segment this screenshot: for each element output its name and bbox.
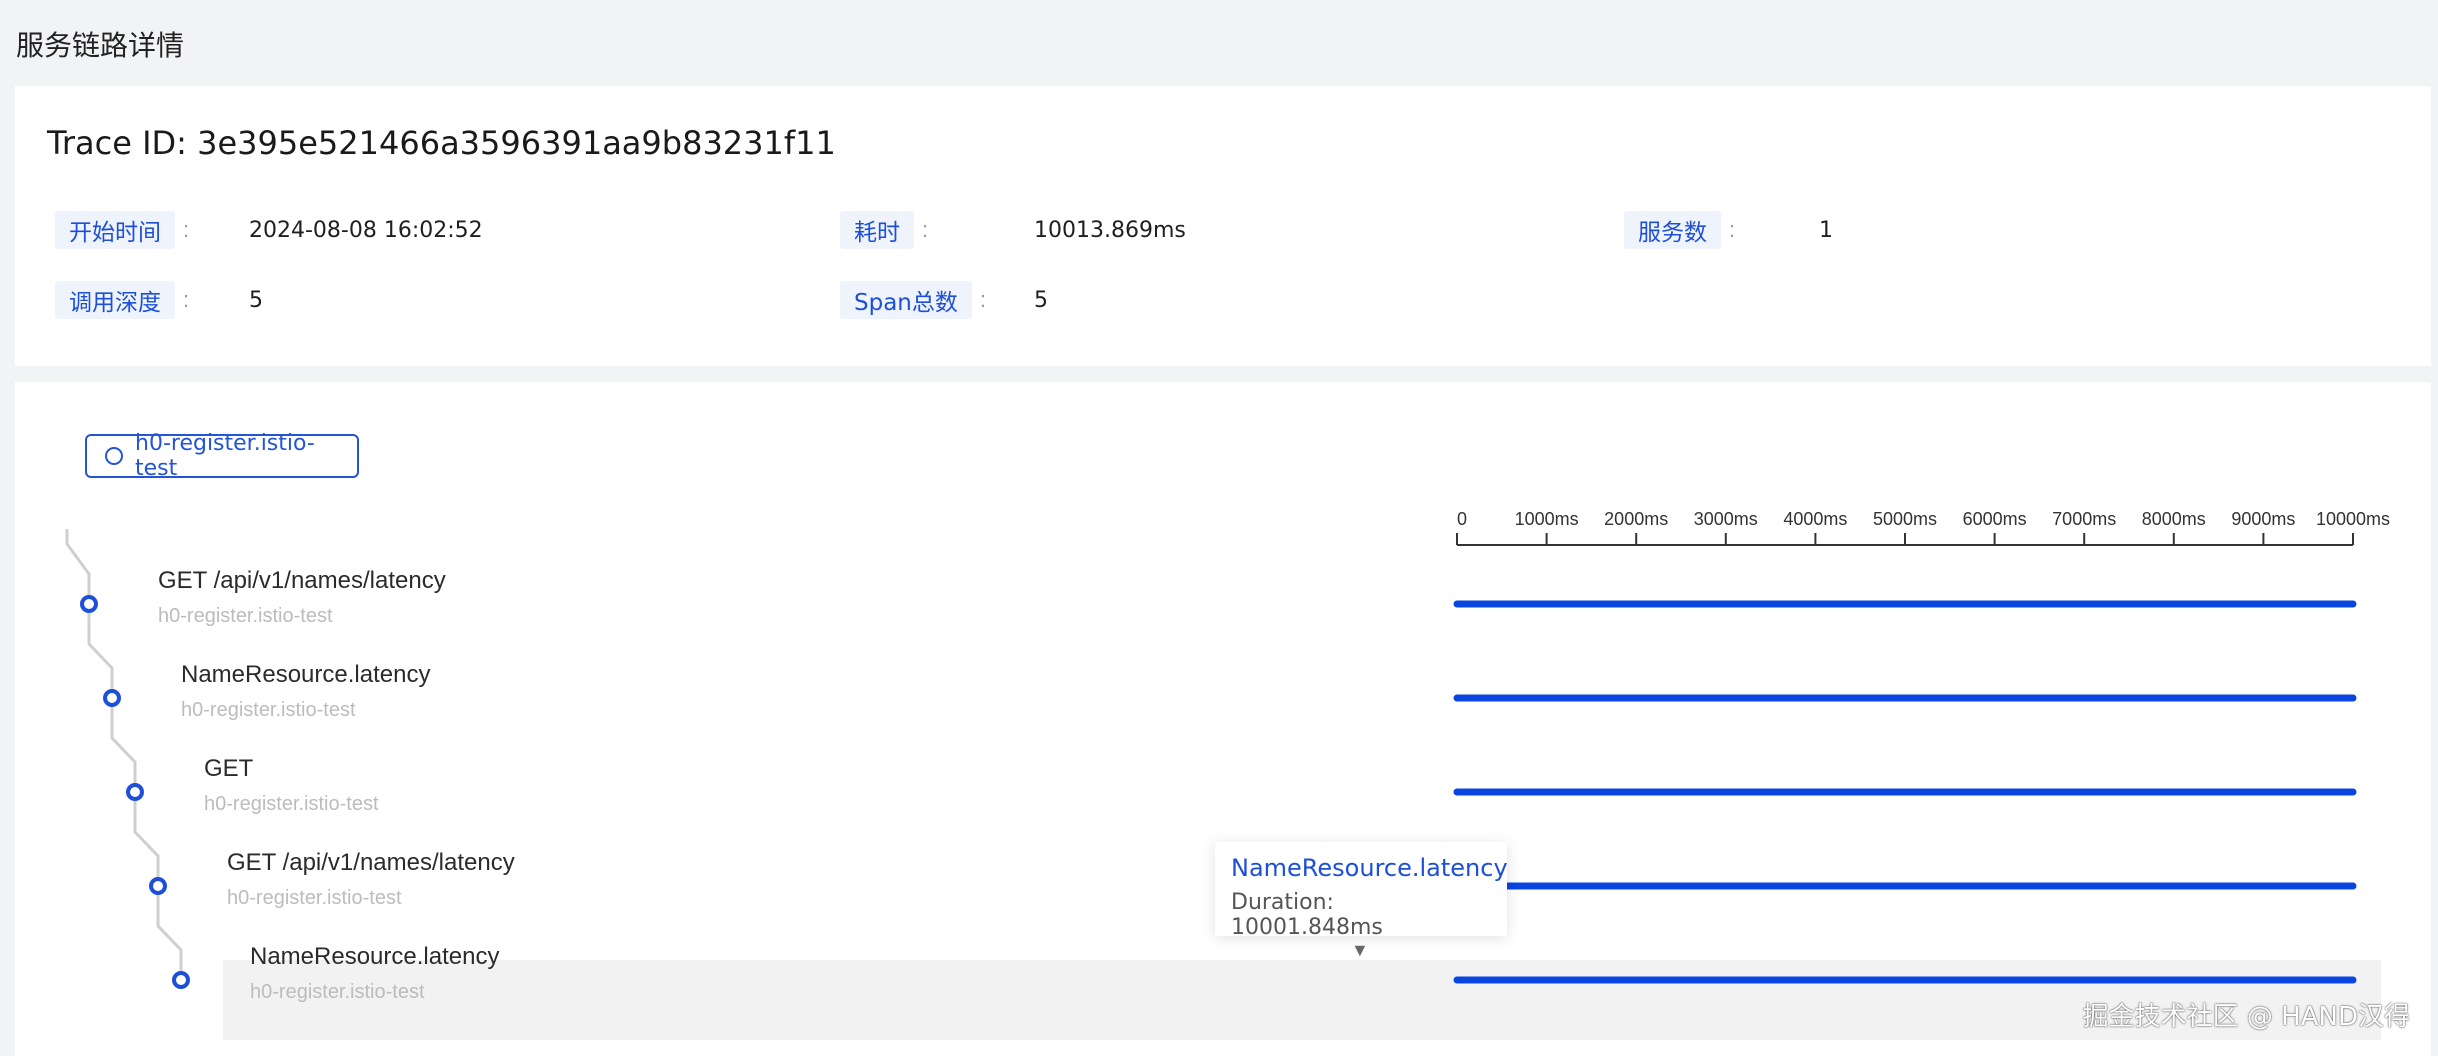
timeline-tick-label: 3000ms	[1694, 509, 1758, 529]
timeline-tick-label: 6000ms	[1963, 509, 2027, 529]
meta-label: 耗时	[840, 211, 914, 249]
meta-label: Span总数	[840, 281, 972, 319]
meta-colon: :	[183, 287, 190, 312]
span-row[interactable]: GET h0-register.istio-test	[204, 755, 379, 816]
span-row[interactable]: NameResource.latency h0-register.istio-te…	[181, 661, 430, 722]
span-node-icon	[149, 877, 167, 895]
span-name: NameResource.latency	[250, 943, 500, 970]
span-service: h0-register.istio-test	[250, 981, 425, 1003]
meta-start-time: 开始时间 :	[55, 210, 189, 250]
timeline-tick-label: 0	[1457, 509, 1467, 529]
timeline-tick-label: 7000ms	[2052, 509, 2116, 529]
timeline-tick-label: 10000ms	[2316, 509, 2390, 529]
meta-services: 服务数 :	[1624, 210, 1735, 250]
span-name: GET	[204, 755, 254, 782]
span-node-icon	[172, 971, 190, 989]
span-node-icon	[80, 595, 98, 613]
meta-label: 开始时间	[55, 211, 175, 249]
span-service: h0-register.istio-test	[204, 793, 379, 815]
trace-id: Trace ID: 3e395e521466a3596391aa9b83231f…	[47, 124, 836, 162]
tooltip-duration: Duration: 10001.848ms	[1231, 890, 1383, 940]
meta-value: 1	[1819, 218, 1833, 243]
span-row[interactable]: GET /api/v1/names/latency h0-register.ist…	[227, 849, 515, 910]
span-service: h0-register.istio-test	[227, 887, 402, 909]
span-node-icon	[126, 783, 144, 801]
span-name: GET /api/v1/names/latency	[158, 567, 446, 594]
page-title: 服务链路详情	[16, 29, 185, 62]
meta-colon: :	[183, 217, 190, 242]
timeline-tick-label: 9000ms	[2231, 509, 2295, 529]
tooltip-arrow-icon: ▼	[1351, 940, 1369, 960]
timeline-tick-label: 8000ms	[2142, 509, 2206, 529]
span-service: h0-register.istio-test	[181, 699, 356, 721]
meta-label: 调用深度	[55, 281, 175, 319]
span-node-icon	[103, 689, 121, 707]
meta-colon: :	[1729, 217, 1736, 242]
trace-timeline-card: h0-register.istio-test 0 1000ms 2000ms 3000…	[15, 382, 2431, 1056]
span-name: GET /api/v1/names/latency	[227, 849, 515, 876]
span-service: h0-register.istio-test	[158, 605, 333, 627]
span-row[interactable]: GET /api/v1/names/latency h0-register.ist…	[158, 567, 446, 628]
meta-value: 5	[1034, 288, 1048, 313]
timeline-tick-label: 2000ms	[1604, 509, 1668, 529]
watermark: 掘金技术社区 @ HAND汉得	[2082, 1002, 2410, 1032]
meta-value: 5	[249, 288, 263, 313]
timeline-tick-label: 5000ms	[1873, 509, 1937, 529]
meta-label: 服务数	[1624, 211, 1721, 249]
timeline-tick-label: 4000ms	[1783, 509, 1847, 529]
meta-colon: :	[979, 287, 986, 312]
meta-span-count: Span总数 :	[840, 280, 986, 320]
span-name: NameResource.latency	[181, 661, 431, 688]
meta-value: 10013.869ms	[1034, 218, 1186, 243]
meta-colon: :	[922, 217, 929, 242]
meta-depth: 调用深度 :	[55, 280, 189, 320]
span-tooltip: NameResource.latency Duration: 10001.848…	[1215, 842, 1508, 940]
meta-duration: 耗时 :	[840, 210, 928, 250]
trace-info-card: Trace ID: 3e395e521466a3596391aa9b83231f…	[15, 86, 2431, 366]
timeline-tick-label: 1000ms	[1515, 509, 1579, 529]
span-row[interactable]: NameResource.latency h0-register.istio-te…	[250, 943, 499, 1004]
meta-value: 2024-08-08 16:02:52	[249, 218, 483, 243]
tooltip-title: NameResource.latency	[1231, 854, 1508, 882]
